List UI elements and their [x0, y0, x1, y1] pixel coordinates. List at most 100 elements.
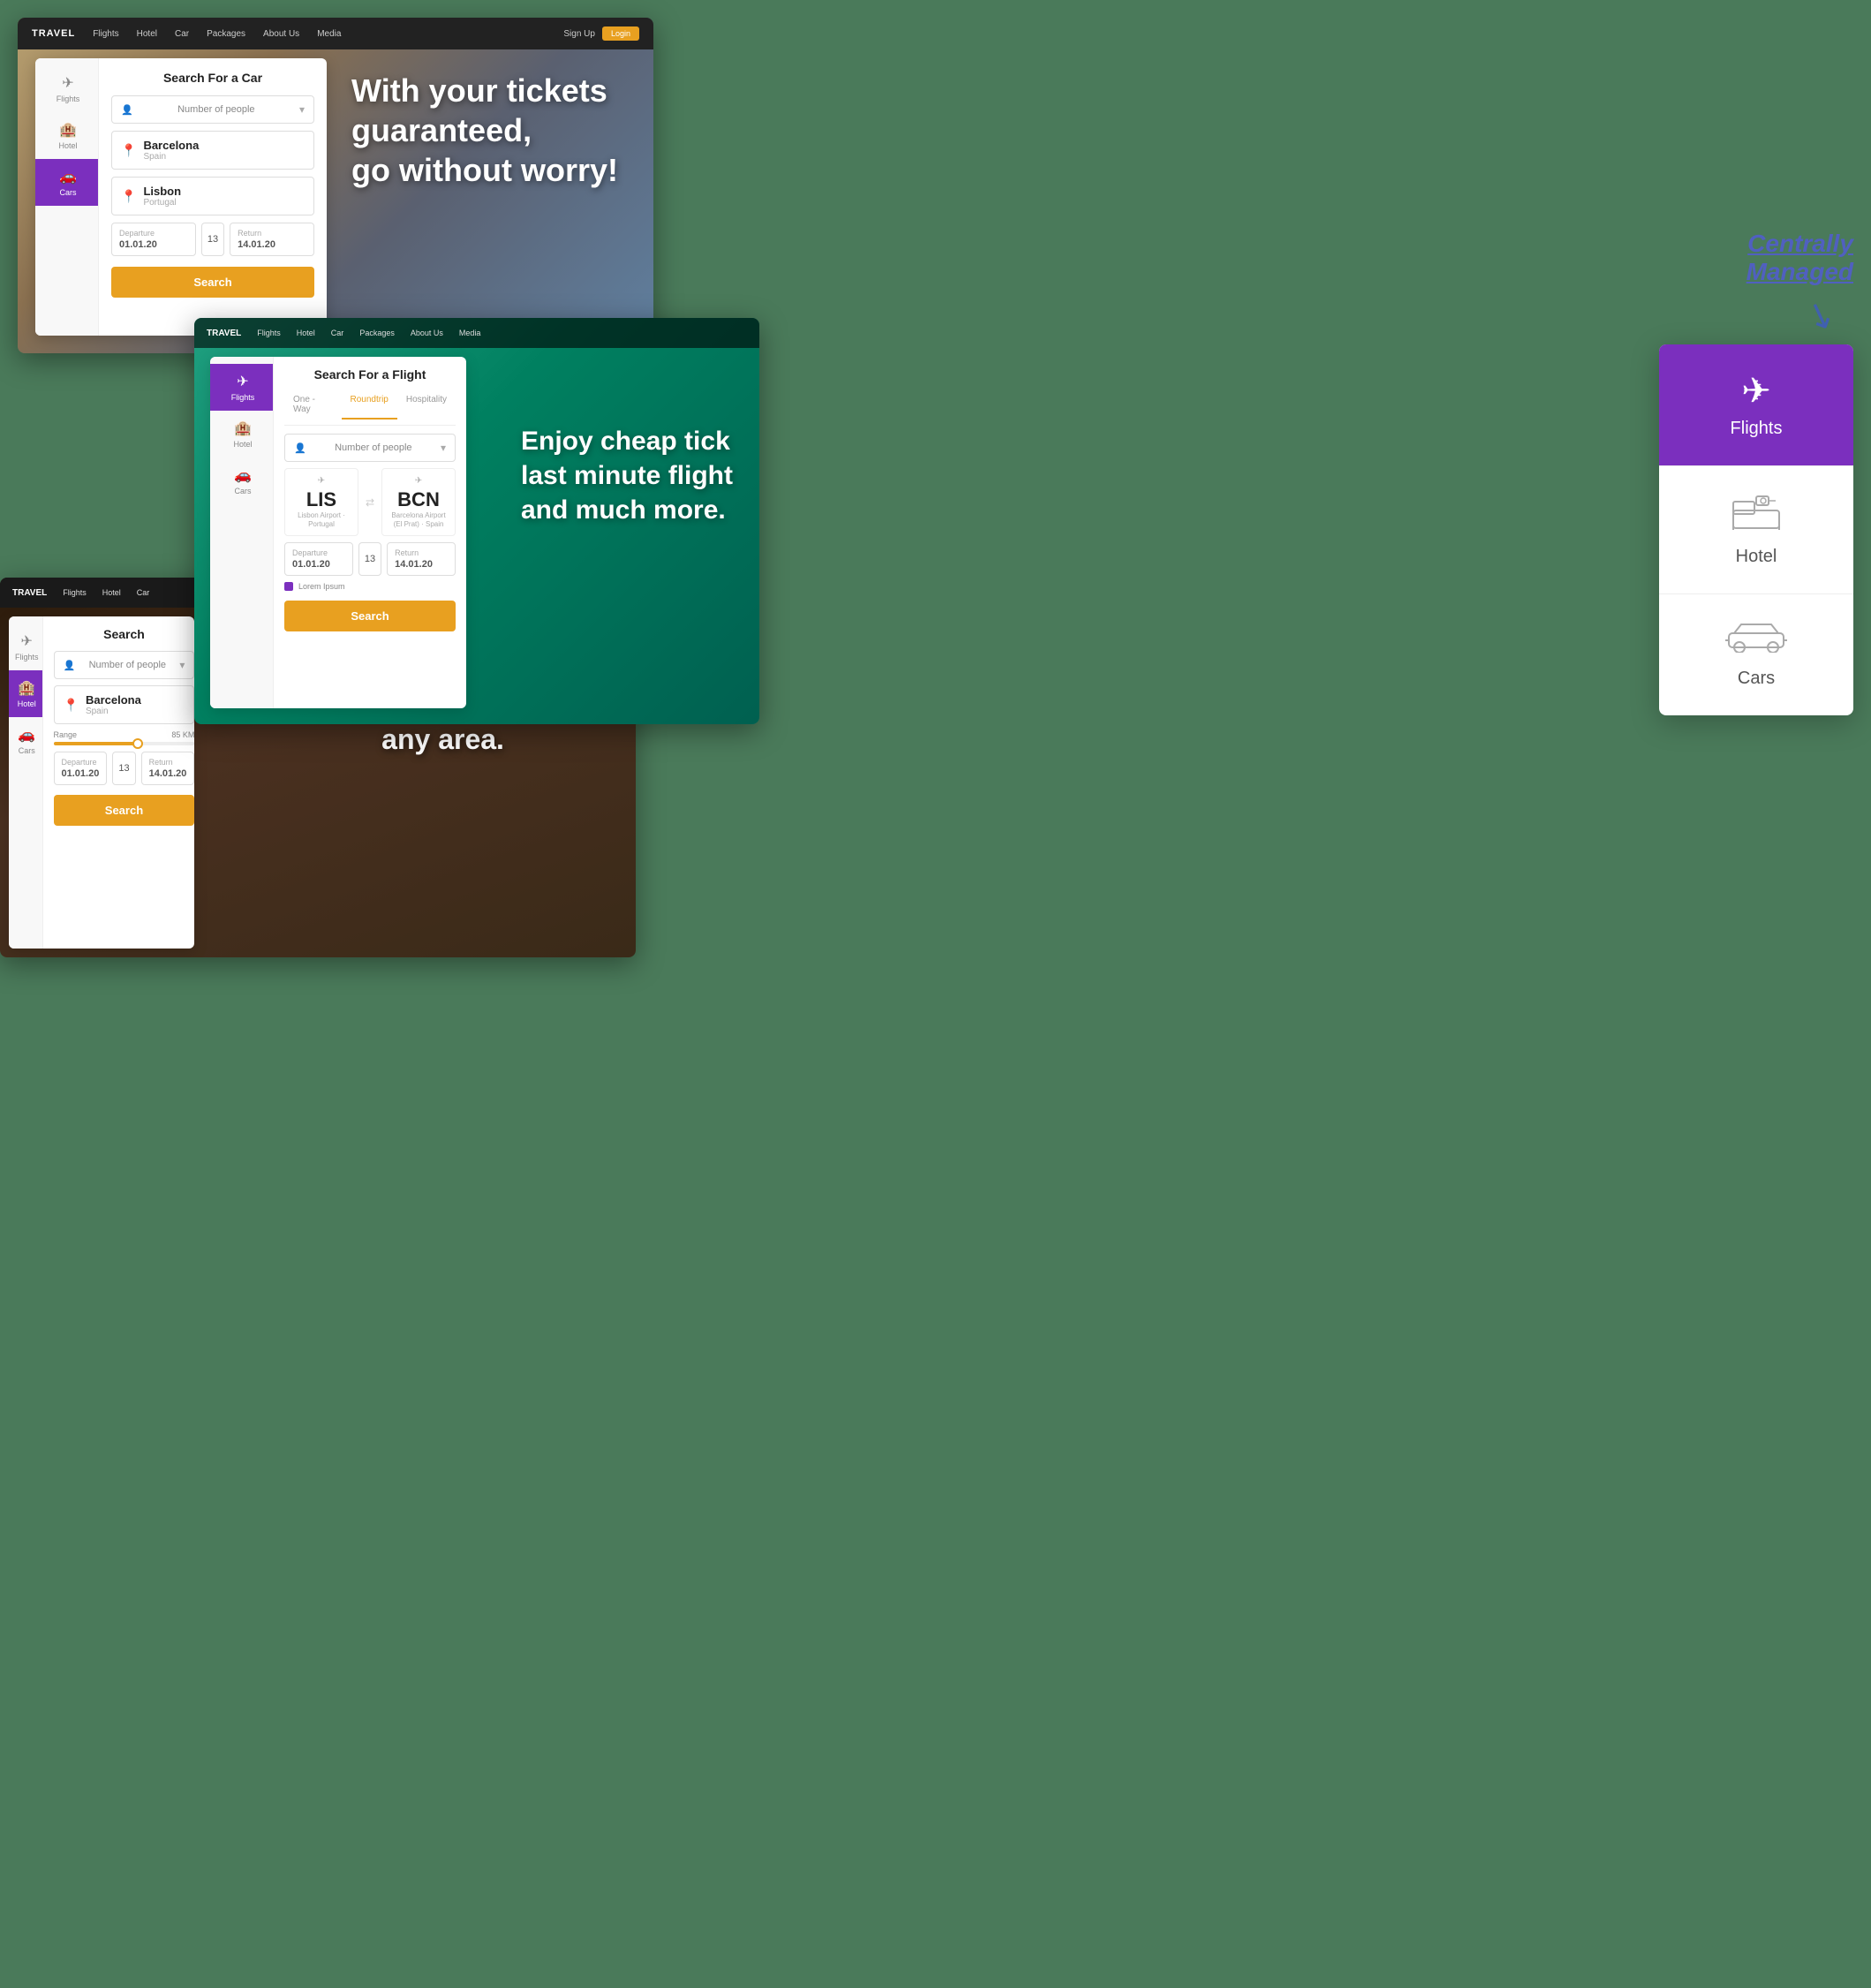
car-icon-ht: 🚗	[18, 726, 35, 744]
nav-flights-car[interactable]: Flights	[93, 29, 118, 39]
nav-packages-car[interactable]: Packages	[207, 29, 245, 39]
nav-flights-ht[interactable]: Flights	[63, 588, 87, 597]
hotel-departure-date: 01.01.20	[62, 768, 100, 779]
sidebar-hotel-fl[interactable]: 🏨 Hotel	[210, 411, 273, 457]
plane-icon-ht: ✈	[21, 632, 33, 650]
nav-hotel-car[interactable]: Hotel	[137, 29, 157, 39]
car-departure-box[interactable]: Departure 01.01.20	[111, 223, 196, 256]
flight-form: Search For a Flight One - Way Roundtrip …	[274, 357, 466, 708]
hotel-sidebar: ✈ Flights 🏨 Hotel 🚗 Cars	[9, 616, 43, 949]
car-route-1: 📍 Barcelona Spain	[111, 131, 314, 170]
hotel-departure-label: Departure	[62, 758, 100, 767]
hotel-icon-fl: 🏨	[234, 420, 252, 437]
nav-car-car[interactable]: Car	[175, 29, 189, 39]
sidebar-cars-ht[interactable]: 🚗 Cars	[9, 717, 42, 764]
hotel-range-bar[interactable]	[54, 742, 194, 745]
flight-num-people[interactable]: 👤 Number of people ▾	[284, 434, 456, 462]
flight-passengers-count: 13	[365, 554, 375, 564]
sidebar-cars-ht-label: Cars	[19, 746, 35, 755]
hotel-return-box[interactable]: Return 14.01.20	[141, 752, 194, 785]
cat-plane-icon: ✈	[1677, 371, 1836, 412]
curved-arrow-icon: ↙	[1800, 291, 1842, 340]
car-return-date: 14.01.20	[238, 239, 306, 250]
car-num-people[interactable]: 👤 Number of people ▾	[111, 95, 314, 124]
car-city-1: Barcelona	[143, 139, 199, 152]
plane-icon: ✈	[62, 74, 73, 92]
hotel-search-panel: ✈ Flights 🏨 Hotel 🚗 Cars Search 👤 Number…	[9, 616, 194, 949]
car-navbar: TRAVEL Flights Hotel Car Packages About …	[18, 18, 653, 49]
hotel-icon: 🏨	[59, 121, 77, 139]
centrally-managed-area: Centrally Managed ↙	[1641, 230, 1853, 286]
nav-media-fl[interactable]: Media	[459, 329, 481, 337]
hotel-range-label: Range 85 KM	[54, 730, 194, 739]
hotel-num-people[interactable]: 👤 Number of people ▾	[54, 651, 194, 679]
sidebar-flights-ht[interactable]: ✈ Flights	[9, 624, 42, 670]
car-search-button[interactable]: Search	[111, 267, 314, 298]
flight-brand: TRAVEL	[207, 329, 241, 338]
nav-car-ht[interactable]: Car	[137, 588, 150, 597]
flight-departure-box[interactable]: Departure 01.01.20	[284, 542, 353, 576]
hotel-form-title: Search	[54, 627, 194, 641]
flight-return-box[interactable]: Return 14.01.20	[387, 542, 456, 576]
location-icon-2: 📍	[121, 189, 136, 204]
sidebar-flights[interactable]: ✈ Flights	[35, 65, 98, 112]
cat-cars[interactable]: Cars	[1659, 594, 1853, 715]
tab-hospitality[interactable]: Hospitality	[397, 391, 456, 420]
cat-cars-label: Cars	[1677, 669, 1836, 689]
sidebar-cars-fl[interactable]: 🚗 Cars	[210, 457, 273, 504]
sidebar-flights-fl[interactable]: ✈ Flights	[210, 364, 273, 411]
car-icon: 🚗	[59, 168, 77, 185]
sidebar-hotel-ht[interactable]: 🏨 Hotel	[9, 670, 42, 717]
to-icon: ✈	[389, 476, 448, 486]
car-hero-text: With your ticketsguaranteed,go without w…	[351, 71, 618, 190]
checkbox-lorem[interactable]	[284, 582, 293, 591]
chevron-down-icon: ▾	[299, 103, 305, 116]
hotel-passengers[interactable]: 13	[112, 752, 135, 785]
range-thumb[interactable]	[132, 738, 143, 749]
cat-flights[interactable]: ✈ Flights	[1659, 344, 1853, 466]
tab-roundtrip[interactable]: Roundtrip	[342, 391, 397, 420]
nav-media-car[interactable]: Media	[317, 29, 341, 39]
sidebar-cars[interactable]: 🚗 Cars	[35, 159, 98, 206]
hotel-search-button[interactable]: Search	[54, 795, 194, 826]
cat-flights-label: Flights	[1677, 419, 1836, 439]
nav-hotel-ht[interactable]: Hotel	[102, 588, 121, 597]
flight-num-people-label: Number of people	[335, 442, 411, 453]
flight-search-button[interactable]: Search	[284, 601, 456, 631]
checkbox-row: Lorem Ipsum	[284, 582, 456, 591]
nav-about-fl[interactable]: About Us	[411, 329, 443, 337]
car-return-box[interactable]: Return 14.01.20	[230, 223, 314, 256]
tab-oneway[interactable]: One - Way	[284, 391, 342, 420]
car-login-btn[interactable]: Login	[602, 26, 639, 41]
sidebar-hotel[interactable]: 🏨 Hotel	[35, 112, 98, 159]
car-form-title: Search For a Car	[111, 71, 314, 85]
cat-hotel[interactable]: Hotel	[1659, 466, 1853, 594]
flight-return-date: 14.01.20	[395, 559, 448, 570]
chevron-down-icon-ht: ▾	[179, 659, 185, 671]
from-airport-name: Lisbon Airport · Portugal	[292, 511, 351, 528]
nav-hotel-fl[interactable]: Hotel	[297, 329, 315, 337]
nav-packages-fl[interactable]: Packages	[359, 329, 395, 337]
flight-passengers[interactable]: 13	[358, 542, 381, 576]
to-airport[interactable]: ✈ BCN Barcelona Airport (El Prat) · Spai…	[381, 468, 456, 536]
to-airport-name: Barcelona Airport (El Prat) · Spain	[389, 511, 448, 528]
centrally-label: Centrally Managed	[1641, 230, 1853, 286]
sidebar-cars-fl-label: Cars	[234, 487, 251, 495]
sidebar-flights-ht-label: Flights	[15, 653, 39, 661]
car-route-1-info: Barcelona Spain	[143, 139, 199, 162]
nav-about-car[interactable]: About Us	[263, 29, 299, 39]
sidebar-flights-fl-label: Flights	[231, 393, 255, 402]
category-panel: ✈ Flights Hotel	[1659, 344, 1853, 715]
car-departure-label: Departure	[119, 229, 188, 238]
hotel-departure-box[interactable]: Departure 01.01.20	[54, 752, 108, 785]
hotel-country: Spain	[86, 707, 141, 716]
nav-flights-fl[interactable]: Flights	[257, 329, 281, 337]
nav-car-fl[interactable]: Car	[331, 329, 344, 337]
flight-sidebar: ✈ Flights 🏨 Hotel 🚗 Cars	[210, 357, 274, 708]
passengers-count: 13	[207, 234, 218, 245]
car-signup[interactable]: Sign Up	[563, 29, 595, 39]
hotel-city: 📍 Barcelona Spain	[54, 685, 194, 724]
car-icon-fl: 🚗	[234, 466, 252, 484]
car-passengers[interactable]: 13	[201, 223, 224, 256]
from-airport[interactable]: ✈ LIS Lisbon Airport · Portugal	[284, 468, 358, 536]
